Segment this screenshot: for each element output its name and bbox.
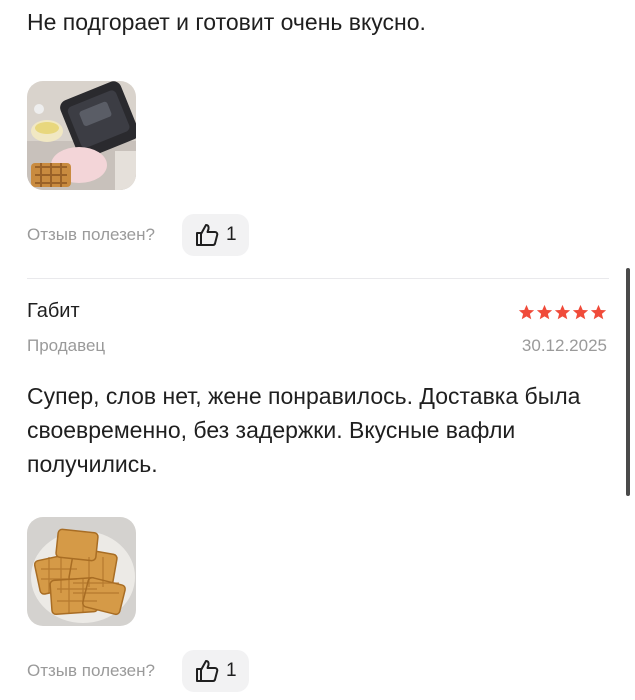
thumbs-up-icon xyxy=(195,224,219,246)
like-count: 1 xyxy=(225,224,237,245)
scrollbar[interactable] xyxy=(626,268,630,496)
review-text: Не подгорает и готовит очень вкусно. xyxy=(27,9,426,35)
star-icon xyxy=(536,304,553,320)
rating-stars xyxy=(518,304,607,321)
like-count: 1 xyxy=(225,660,237,681)
review-author-role: Продавец xyxy=(27,336,106,355)
review-text: Супер, слов нет, жене понравилось. Доста… xyxy=(27,383,581,477)
review-date: 30.12.2025 xyxy=(521,336,607,355)
star-icon xyxy=(590,304,607,320)
helpful-label: Отзыв полезен? xyxy=(27,661,155,680)
reviews-list: Не подгорает и готовит очень вкусно. Отз… xyxy=(0,0,635,700)
star-icon xyxy=(572,304,589,320)
thumbs-up-icon xyxy=(195,660,219,682)
review-photo-waffles[interactable] xyxy=(27,517,136,626)
like-button[interactable]: 1 xyxy=(181,650,249,692)
review-divider xyxy=(27,278,609,279)
review-author: Габит xyxy=(27,300,80,322)
helpful-label: Отзыв полезен? xyxy=(27,225,155,244)
star-icon xyxy=(518,304,535,320)
waffle-maker-photo-icon xyxy=(27,81,136,190)
helpful-row: Отзыв полезен? 1 xyxy=(27,650,249,692)
waffles-photo-icon xyxy=(27,517,136,626)
helpful-row: Отзыв полезен? 1 xyxy=(27,214,249,256)
like-button[interactable]: 1 xyxy=(181,214,249,256)
star-icon xyxy=(554,304,571,320)
review-photo-waffle-maker[interactable] xyxy=(27,81,136,190)
